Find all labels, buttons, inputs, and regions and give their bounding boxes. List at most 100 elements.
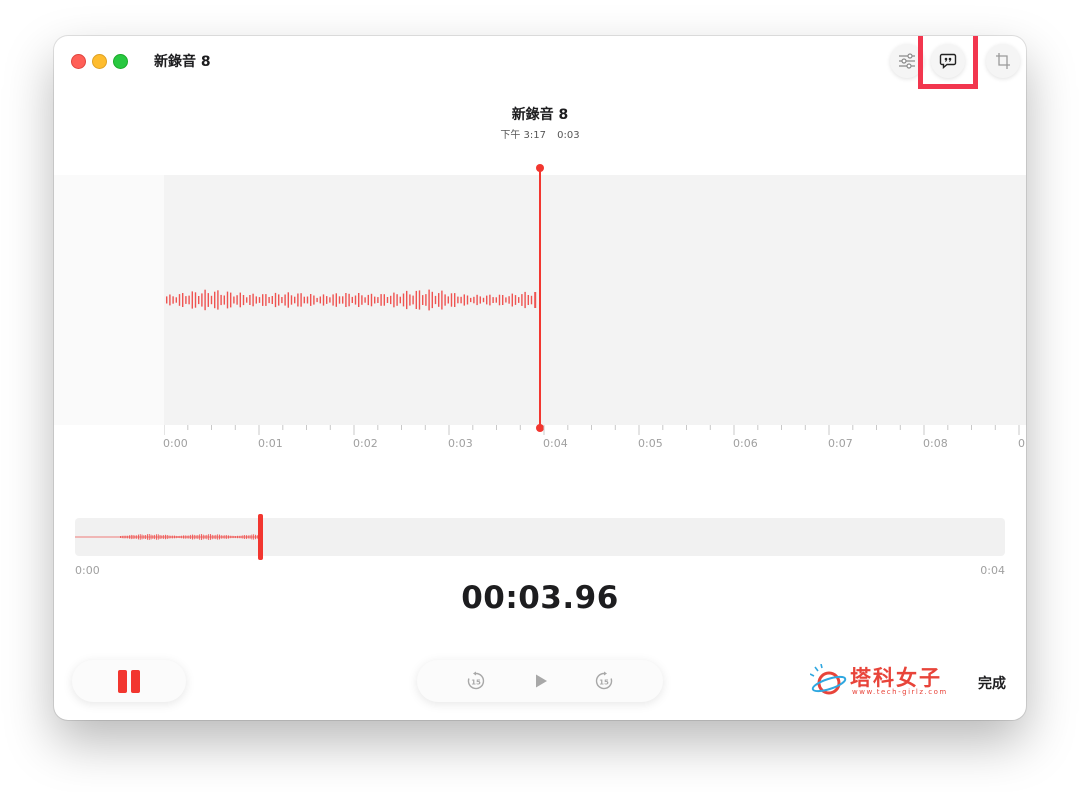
skip-back-15-icon: 15 — [467, 671, 485, 690]
waveform-bar — [226, 291, 229, 309]
waveform-bar — [358, 293, 360, 307]
overview-bar — [211, 534, 213, 540]
waveform-bar — [412, 295, 414, 305]
waveform-bar — [345, 293, 347, 307]
overview-bar — [141, 534, 143, 540]
overview-bar — [174, 535, 175, 539]
waveform-bar — [374, 296, 376, 304]
waveform-bar — [377, 297, 379, 303]
waveform-bar — [505, 297, 507, 303]
waveform-bar — [361, 295, 363, 305]
waveform-bar — [444, 294, 446, 306]
waveform-bar — [399, 296, 401, 304]
tick-label: 0:05 — [638, 437, 663, 450]
waveform-bar — [418, 290, 421, 310]
overview-bar — [251, 534, 253, 540]
zoom-window-button[interactable] — [113, 54, 128, 69]
waveform-bar — [508, 296, 510, 304]
waveform-bar — [265, 294, 267, 306]
waveform-bar — [511, 293, 513, 307]
settings-button[interactable] — [890, 44, 924, 78]
waveform-bar — [252, 293, 254, 307]
close-window-button[interactable] — [71, 54, 86, 69]
waveform-bar — [214, 291, 216, 309]
waveform-bar — [246, 297, 248, 303]
waveform-bar — [393, 292, 395, 308]
time-ruler: 0:00 0:01 0:02 0:03 0:04 0:05 0:06 0:07 … — [163, 425, 1026, 455]
waveform-leading-space — [54, 175, 164, 425]
overview-scrubber[interactable] — [75, 514, 1005, 560]
overview-bar — [139, 534, 141, 540]
waveform-bar — [239, 292, 241, 308]
overview-bar — [127, 535, 129, 539]
waveform-bar — [498, 294, 501, 306]
waveform-bar — [316, 297, 318, 303]
overview-bar — [190, 534, 192, 539]
overview-bar — [123, 535, 125, 539]
overview-bar — [255, 534, 256, 540]
waveform-bar — [396, 294, 398, 306]
waveform-bar — [322, 294, 325, 306]
overview-bar — [183, 535, 184, 539]
overview-bar — [193, 534, 195, 540]
tick-label: 0:08 — [923, 437, 948, 450]
waveform-bar — [274, 292, 277, 308]
waveform-bar — [287, 292, 289, 308]
tick-label: 0:01 — [258, 437, 283, 450]
tick-label: 0:04 — [543, 437, 568, 450]
waveform-bar — [169, 294, 171, 306]
overview-waveform — [75, 534, 259, 540]
overview-bar — [246, 535, 247, 539]
tick-label: 0:02 — [353, 437, 378, 450]
crop-button[interactable] — [986, 44, 1020, 78]
play-button[interactable] — [529, 669, 553, 693]
playhead[interactable] — [536, 164, 544, 432]
overview-bar — [165, 534, 166, 540]
tick-label: 0:03 — [448, 437, 473, 450]
waveform-bar — [470, 297, 472, 303]
waveform-bar — [300, 293, 302, 307]
elapsed-timer: 00:03.96 — [461, 580, 619, 616]
waveform-bar — [236, 295, 238, 305]
overview-bar — [238, 535, 240, 539]
overview-handle[interactable] — [258, 514, 263, 560]
waveform-bar — [188, 295, 190, 305]
planet-logo-icon — [810, 664, 847, 695]
waveform-bar — [422, 295, 424, 305]
recording-title: 新錄音 8 — [511, 107, 569, 123]
waveform-bar — [457, 296, 459, 304]
overview-bar — [195, 535, 197, 539]
overview-bar — [145, 535, 147, 539]
overview-bar — [161, 535, 163, 539]
waveform-bar — [182, 293, 184, 307]
overview-bar — [121, 535, 123, 539]
overview-bar — [240, 535, 242, 539]
done-button[interactable]: 完成 — [978, 673, 1006, 693]
overview-bar — [168, 535, 170, 539]
overview-bar — [237, 535, 238, 539]
waveform-bar — [198, 296, 200, 305]
tick-label: 0:00 — [163, 437, 188, 450]
overview-bar — [132, 535, 134, 539]
skip-forward-button[interactable]: 15 — [592, 669, 616, 693]
waveform-bar — [175, 297, 177, 303]
skip-forward-label: 15 — [599, 679, 609, 687]
waveform-bar — [271, 296, 273, 304]
waveform-bar — [191, 291, 193, 309]
skip-back-button[interactable]: 15 — [464, 669, 488, 693]
waveform-bar — [463, 294, 465, 306]
waveform-area[interactable] — [164, 175, 1026, 425]
playback-controls: 15 15 — [417, 660, 663, 702]
waveform-bar — [524, 291, 526, 309]
overview-bar — [148, 534, 150, 540]
pause-button[interactable] — [72, 660, 186, 702]
overview-bar — [231, 535, 233, 539]
transcript-button[interactable] — [931, 44, 965, 78]
waveform-bar — [479, 296, 481, 304]
overview-bar — [220, 535, 222, 539]
waveform — [166, 289, 537, 311]
minimize-window-button[interactable] — [92, 54, 107, 69]
waveform-bar — [220, 294, 222, 306]
waveform-bar — [332, 294, 334, 306]
waveform-bar — [434, 295, 437, 305]
